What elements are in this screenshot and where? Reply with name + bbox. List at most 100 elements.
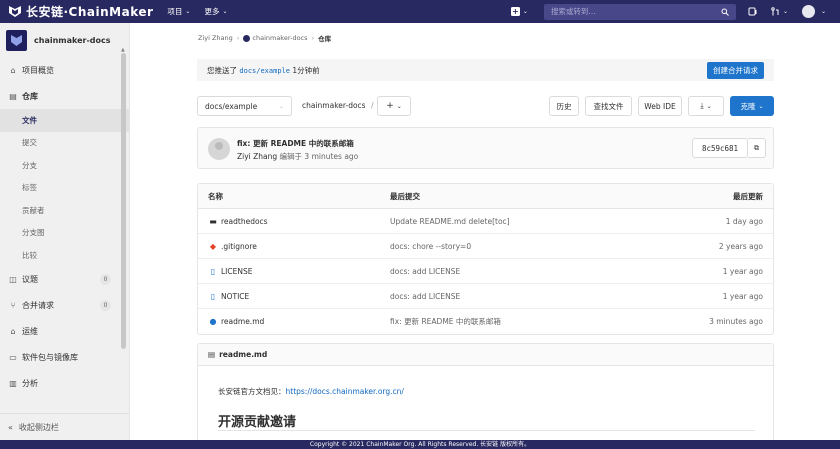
chevron-down-icon: ⌄ [278,102,284,110]
sidebar-subitem-contributors[interactable]: 贡献者 [0,199,129,222]
file-name[interactable]: LICENSE [221,267,252,276]
search-input[interactable]: 搜索或转到... [543,3,736,20]
sidebar-item-overview[interactable]: ⌂ 项目概览 [0,57,129,83]
breadcrumb-current[interactable]: 仓库 [318,33,331,43]
plus-square-icon: + [510,7,520,16]
table-row[interactable]: ▯ NOTICE docs: add LICENSE 1 year ago [198,284,773,309]
nav-more-label: 更多 [204,7,220,16]
clone-button[interactable]: 克隆 ⌄ [730,96,774,116]
clone-label: 克隆 [740,101,756,111]
sidebar-project-header[interactable]: chainmaker-docs [0,23,129,57]
file-last-commit[interactable]: docs: add LICENSE [390,267,680,276]
add-to-tree-button[interactable]: + ⌄ [377,96,411,116]
search-icon [721,8,729,16]
branch-selector-value: docs/example [205,101,258,111]
pushed-branch-link[interactable]: docs/example [239,67,290,75]
path-separator: / [370,101,374,110]
rocket-icon: ⌂ [10,327,16,336]
new-item-button[interactable]: + ⌄ [510,7,528,16]
file-name[interactable]: .gitignore [221,242,257,251]
file-last-update: 1 day ago [725,216,763,226]
sidebar-subitem-compare[interactable]: 比较 [0,244,129,267]
readme-file-icon: ▤ [208,350,216,359]
sidebar-item-label: 仓库 [22,91,38,101]
sidebar-item-merge-requests[interactable]: ⑂ 合并请求 0 [0,293,129,319]
chevron-down-icon: ⌄ [185,8,191,15]
repo-root-link[interactable]: chainmaker-docs [302,101,366,110]
user-menu-button[interactable]: ⌄ [801,5,826,18]
download-button[interactable]: ⤓ ⌄ [688,96,724,116]
chevron-down-icon: ⌄ [820,8,826,15]
chevron-down-icon: ⌄ [522,8,528,15]
sidebar-scrollbar[interactable] [121,53,126,349]
chevron-down-icon: ⌄ [706,102,712,110]
package-icon: ▭ [9,353,17,362]
table-row[interactable]: ◆ .gitignore docs: chore --story=0 2 year… [198,234,773,259]
find-file-button[interactable]: 查找文件 [585,96,632,116]
sidebar-item-operations[interactable]: ⌂ 运维 [0,319,129,345]
file-last-commit[interactable]: docs: add LICENSE [390,292,680,301]
file-last-commit[interactable]: docs: chore --story=0 [390,242,680,251]
sidebar-item-label: 分析 [22,379,38,388]
table-row[interactable]: ▯ LICENSE docs: add LICENSE 1 year ago [198,259,773,284]
file-last-update: 1 year ago [722,266,763,276]
commit-title[interactable]: fix: 更新 README 中的联系邮箱 [237,138,354,149]
sidebar-subitem-tags[interactable]: 标签 [0,177,129,200]
file-last-update: 3 minutes ago [709,317,763,326]
commit-meta: Ziyi Zhang 编辑于 3 minutes ago [237,151,358,162]
nav-projects[interactable]: 项目 ⌄ [167,6,190,17]
commit-sha[interactable]: 8c59c681 [692,138,748,158]
folder-icon: ▬ [209,216,217,226]
sidebar-subitem-branches[interactable]: 分支 [0,154,129,177]
header-last-commit: 最后提交 [390,191,420,201]
copy-sha-button[interactable]: ⧉ [748,138,766,158]
chart-icon: ▥ [9,379,17,388]
docs-link[interactable]: https://docs.chainmaker.org.cn/ [286,387,404,396]
sidebar-subitem-commits[interactable]: 提交 [0,132,129,155]
create-merge-request-button[interactable]: 创建合并请求 [707,61,764,79]
file-name[interactable]: readthedocs [221,217,268,226]
project-logo-icon [11,34,22,46]
collapse-sidebar-button[interactable]: « 收起侧边栏 [0,413,129,440]
table-row[interactable]: ● readme.md fix: 更新 README 中的联系邮箱 3 minut… [198,309,773,334]
sidebar-subitem-graph[interactable]: 分支图 [0,222,129,245]
file-last-commit[interactable]: Update README.md delete[toc] [390,217,680,226]
table-row[interactable]: ▬ readthedocs Update README.md delete[toc… [198,209,773,234]
sidebar-item-packages[interactable]: ▭ 软件包与镜像库 [0,345,129,371]
breadcrumb-user[interactable]: Ziyi Zhang [198,34,233,42]
sidebar-item-analytics[interactable]: ▥ 分析 [0,371,129,397]
readme-title: readme.md [219,350,268,359]
history-button[interactable]: 历史 [549,96,579,116]
branch-selector[interactable]: docs/example ⌄ [197,96,292,116]
download-icon: ⤓ [700,101,704,110]
readme-header: ▤ readme.md [198,344,773,366]
file-name[interactable]: readme.md [221,317,264,326]
file-name[interactable]: NOTICE [221,292,249,301]
logo-text: 长安链·ChainMaker [26,5,154,19]
nav-more[interactable]: 更多 ⌄ [204,6,227,17]
web-ide-button[interactable]: Web IDE [638,96,682,116]
commit-author[interactable]: Ziyi Zhang [237,152,277,161]
file-tree-table: 名称 最后提交 最后更新 ▬ readthedocs Update README.… [197,183,774,335]
sidebar-item-repository[interactable]: ▤ 仓库 [0,83,129,109]
brand-logo[interactable]: 长安链·ChainMaker [8,3,153,20]
sidebar-subitem-files[interactable]: 文件 [0,109,129,132]
table-header: 名称 最后提交 最后更新 [198,184,773,209]
breadcrumb-project[interactable]: chainmaker-docs [252,34,307,42]
file-last-commit[interactable]: fix: 更新 README 中的联系邮箱 [390,316,680,327]
issues-nav-button[interactable] [748,7,757,16]
sidebar: chainmaker-docs ⌂ 项目概览 ▤ 仓库 文件 提交 分支 标签 贡献… [0,23,130,440]
header-name: 名称 [208,191,223,201]
repo-toolbar: docs/example ⌄ chainmaker-docs / + ⌄ 历史 查找… [197,96,774,116]
commit-author-avatar[interactable] [208,138,230,160]
sidebar-item-label: 运维 [22,327,38,336]
merge-requests-nav-button[interactable]: ⌄ [771,7,788,16]
breadcrumb-separator: › [311,34,315,42]
sidebar-item-issues[interactable]: ◫ 议题 0 [0,267,129,293]
home-icon: ⌂ [10,65,16,75]
logo-icon [9,6,21,17]
issues-icon [748,7,757,16]
breadcrumb-separator: › [236,34,240,42]
breadcrumb: Ziyi Zhang › chainmaker-docs › 仓库 [198,33,331,43]
push-alert-prefix: 您推送了 [207,65,237,75]
